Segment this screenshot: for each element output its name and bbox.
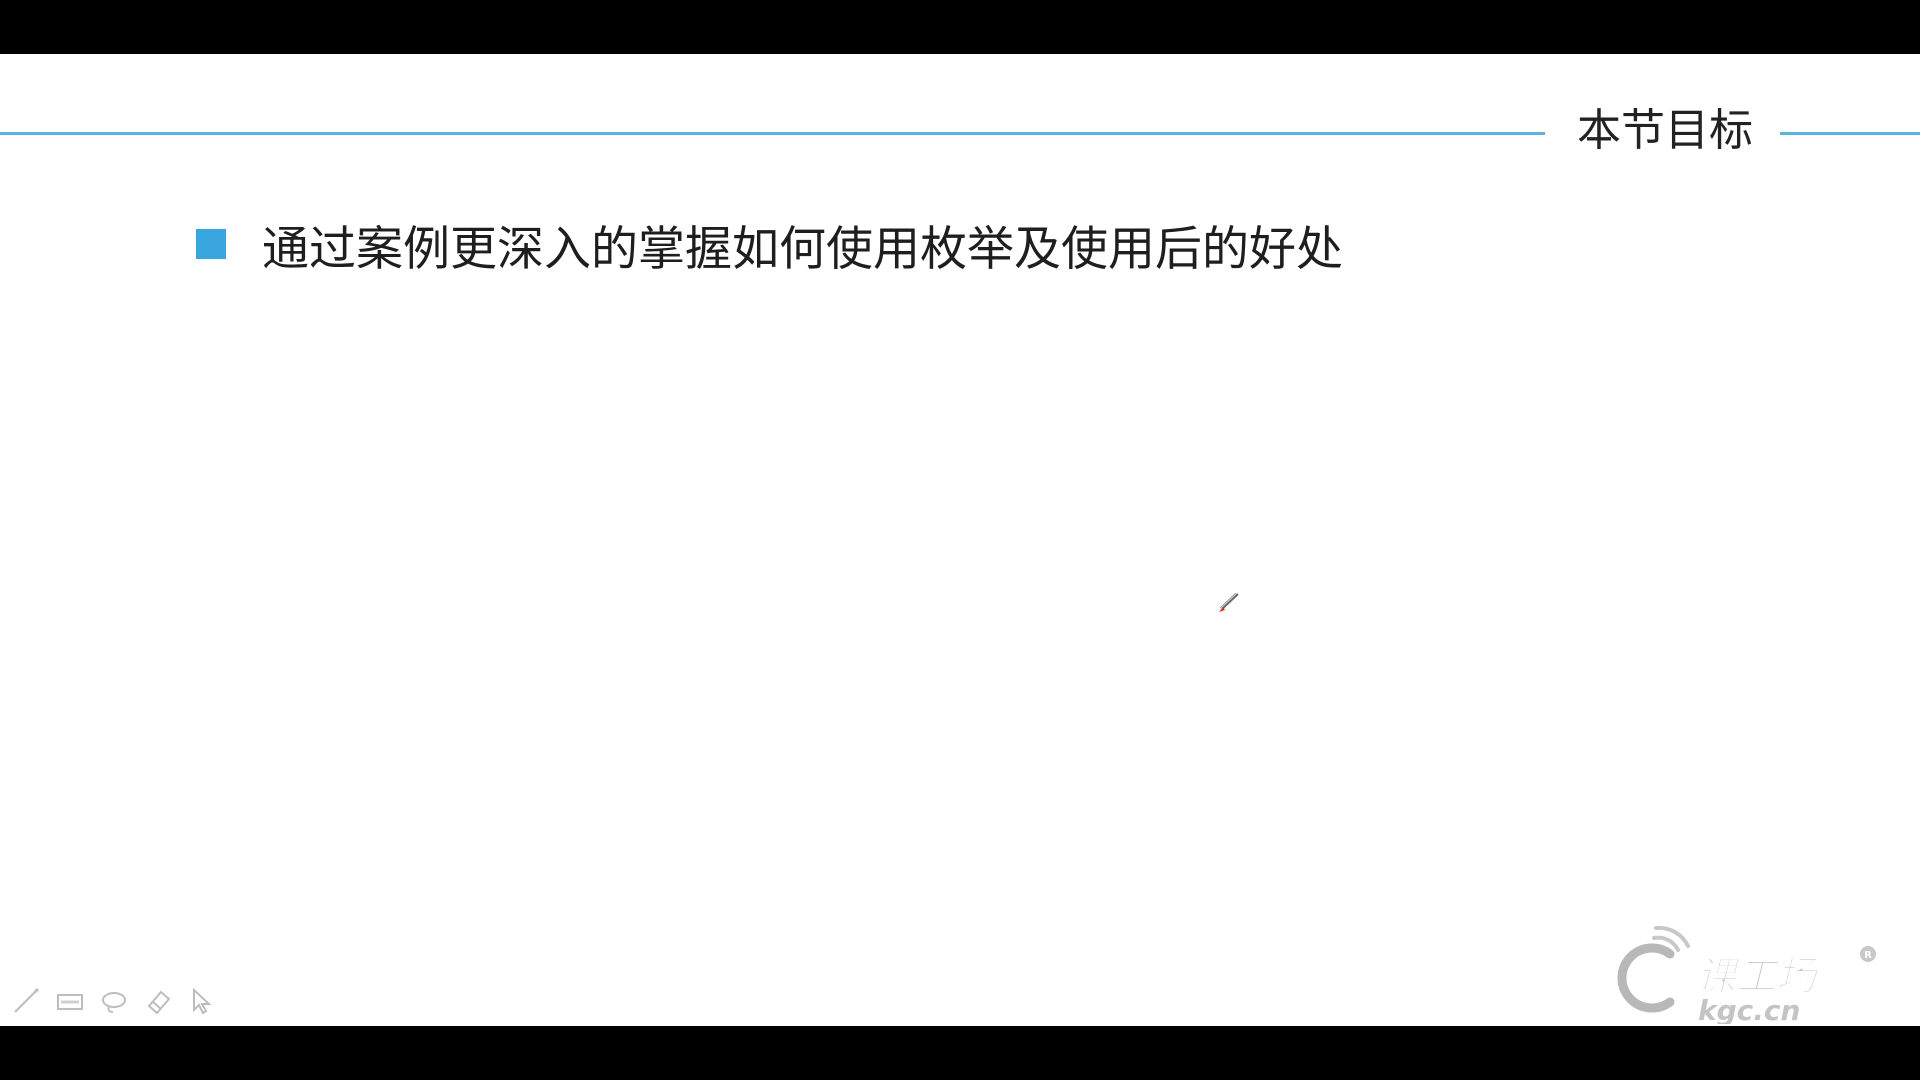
highlighter-icon[interactable]	[54, 985, 86, 1017]
title-rule-left	[0, 132, 1545, 135]
pen-cursor-icon	[1216, 590, 1242, 616]
svg-text:R: R	[1864, 950, 1872, 961]
slide: 本节目标 通过案例更深入的掌握如何使用枚举及使用后的好处 课工场 kgc.cn …	[0, 54, 1920, 1026]
logo-subtext: kgc.cn	[1698, 994, 1800, 1024]
pointer-icon[interactable]	[186, 985, 218, 1017]
registered-mark-icon: R	[1858, 944, 1878, 964]
video-frame: 本节目标 通过案例更深入的掌握如何使用枚举及使用后的好处 课工场 kgc.cn …	[0, 0, 1920, 1080]
title-rule-right	[1780, 132, 1920, 135]
bullet-square-icon	[196, 229, 226, 259]
pen-icon[interactable]	[10, 985, 42, 1017]
annotation-toolbar	[10, 984, 218, 1018]
kgc-logo: 课工场 kgc.cn	[1612, 924, 1872, 1026]
eraser-icon[interactable]	[142, 985, 174, 1017]
bullet-item: 通过案例更深入的掌握如何使用枚举及使用后的好处	[196, 204, 1343, 284]
bullet-text: 通过案例更深入的掌握如何使用枚举及使用后的好处	[262, 221, 1343, 277]
section-title: 本节目标	[1577, 105, 1753, 156]
lasso-icon[interactable]	[98, 985, 130, 1017]
